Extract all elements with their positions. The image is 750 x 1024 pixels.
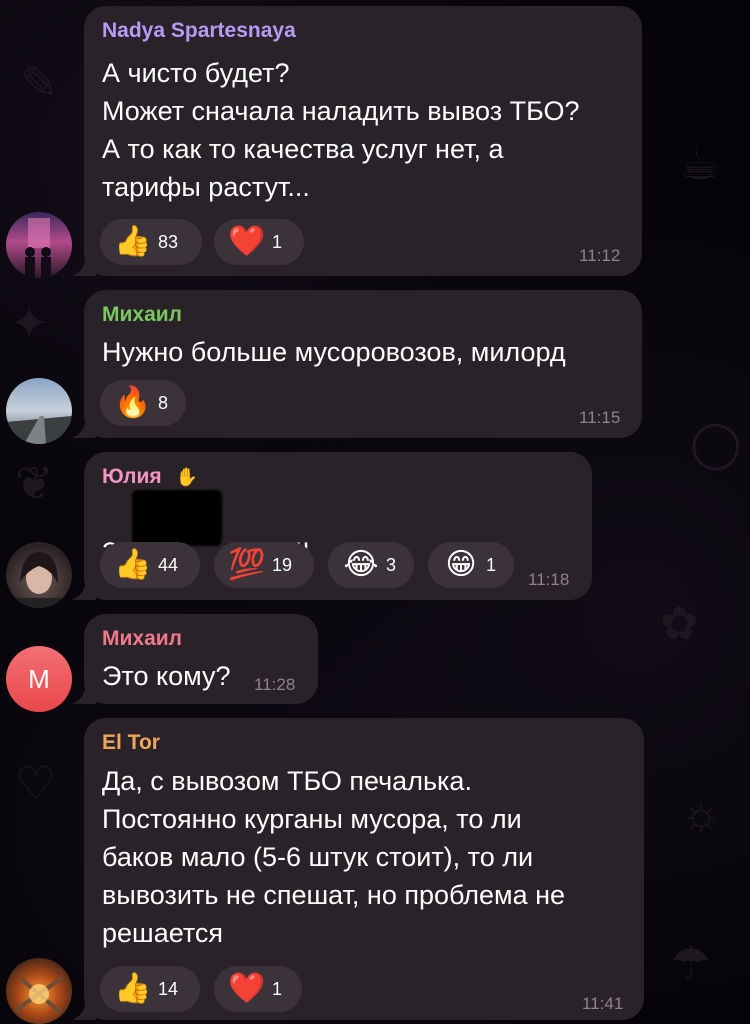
sender-name-text: Юлия: [102, 465, 162, 488]
heart-icon: ❤️: [228, 972, 266, 1005]
avatar[interactable]: [6, 958, 72, 1024]
bubble-tail: [72, 416, 96, 438]
avatar-photo: [25, 218, 51, 278]
avatar-photo: [14, 976, 64, 1014]
hand-badge-icon: ✋: [175, 467, 198, 487]
thumbs-up-icon: 👍: [114, 548, 152, 581]
reaction-chip[interactable]: 🔥 8: [100, 380, 186, 426]
mug-doodle-icon: ☕: [680, 137, 722, 189]
sender-name[interactable]: Nadya Spartesnaya: [102, 19, 296, 43]
bubble-tail: [72, 578, 96, 600]
umbrella-doodle-icon: ☂: [670, 937, 712, 989]
sender-name[interactable]: Юлия ✋: [102, 465, 198, 489]
reaction-count: 1: [272, 978, 283, 999]
sender-name[interactable]: Михаил: [102, 303, 182, 327]
reaction-chip[interactable]: 👍 14: [100, 966, 200, 1012]
message-time: 11:28: [254, 675, 296, 694]
message-text: Это кому?: [102, 661, 231, 691]
heart-doodle-icon: ♡: [15, 757, 57, 809]
message-text: Да, с вывозом ТБО печалька. Постоянно ку…: [102, 766, 566, 948]
hundred-icon: 💯: [228, 548, 266, 581]
avatar[interactable]: [6, 378, 72, 444]
message-bubble[interactable]: Юлия ✋ Зауже !!!! 👍 44 💯 19 😂 3 😁 1 11:1…: [72, 452, 592, 600]
reaction-count: 14: [158, 978, 179, 999]
pencil-doodle-icon: ✎: [20, 57, 59, 109]
reaction-chip[interactable]: 💯 19: [214, 542, 314, 588]
grinning-face-icon: 😁: [445, 548, 477, 581]
reaction-chip[interactable]: ❤️ 1: [214, 966, 302, 1012]
reaction-count: 44: [158, 554, 179, 575]
avatar[interactable]: [6, 212, 72, 278]
message-time: 11:41: [582, 994, 624, 1013]
reaction-count: 3: [386, 554, 397, 575]
reaction-chip[interactable]: 😁 1: [428, 542, 514, 588]
reaction-chip[interactable]: 👍 44: [100, 542, 200, 588]
bulb-doodle-icon: ☼: [680, 787, 723, 839]
sender-name[interactable]: El Tor: [102, 731, 160, 755]
reaction-chip[interactable]: 👍 83: [100, 219, 202, 265]
heart-icon: ❤️: [228, 225, 266, 258]
avatar-photo: [6, 416, 72, 444]
redacted-text: [132, 490, 222, 546]
reaction-count: 1: [272, 231, 283, 252]
thumbs-up-icon: 👍: [114, 225, 152, 258]
message-time: 11:15: [579, 408, 621, 427]
tears-of-joy-icon: 😂: [343, 548, 379, 581]
message-bubble[interactable]: Михаил Это кому? 11:28: [72, 614, 318, 704]
reaction-count: 83: [158, 231, 179, 252]
reaction-count: 19: [272, 554, 293, 575]
message-time: 11:12: [579, 246, 621, 265]
bubble-tail: [72, 682, 96, 704]
star-doodle-icon: ✦: [10, 297, 49, 349]
message-text: А чисто будет? Может сначала наладить вы…: [102, 58, 580, 202]
avatar-photo: [16, 552, 62, 608]
reaction-chip[interactable]: 😂 3: [328, 542, 414, 588]
bubble-tail: [72, 254, 96, 276]
message-bubble[interactable]: El Tor Да, с вывозом ТБО печалька. Посто…: [72, 718, 644, 1020]
reaction-count: 8: [158, 392, 169, 413]
message-bubble[interactable]: Nadya Spartesnaya А чисто будет? Может с…: [72, 6, 642, 276]
reaction-count: 1: [486, 554, 497, 575]
message-text: Нужно больше мусоровозов, милорд: [102, 337, 566, 367]
bubble-tail: [72, 998, 96, 1020]
sender-name[interactable]: Михаил: [102, 627, 182, 651]
avatar-letter: M: [28, 663, 50, 694]
message-time: 11:18: [528, 570, 570, 589]
avatar[interactable]: [6, 542, 72, 608]
leaf-doodle-icon: ❦: [15, 457, 54, 509]
thumbs-up-icon: 👍: [114, 972, 152, 1005]
reaction-chip[interactable]: ❤️ 1: [214, 219, 304, 265]
tree-doodle-icon: ✿: [660, 597, 699, 649]
fire-icon: 🔥: [114, 386, 152, 419]
globe-doodle-icon: ◯: [690, 417, 742, 469]
avatar[interactable]: M: [6, 646, 72, 712]
message-bubble[interactable]: Михаил Нужно больше мусоровозов, милорд …: [72, 290, 642, 438]
